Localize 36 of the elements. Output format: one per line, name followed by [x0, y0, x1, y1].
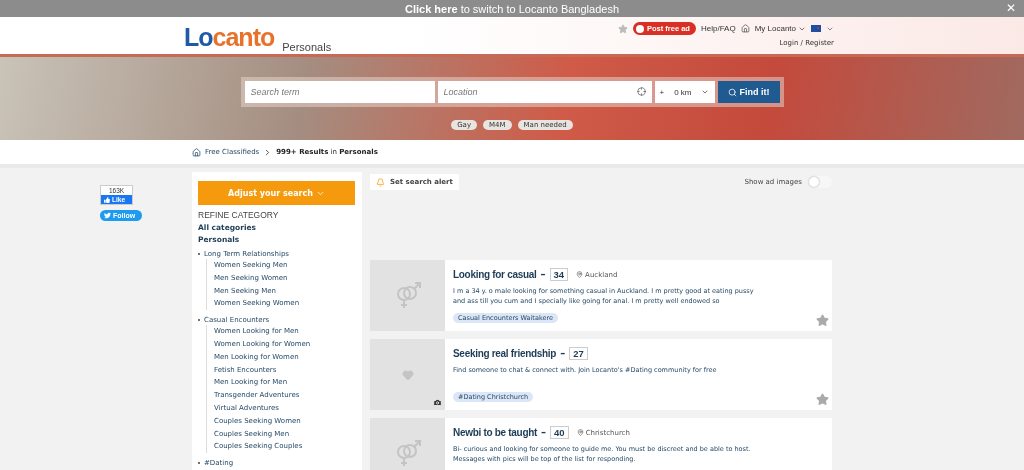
bell-icon	[376, 177, 385, 187]
listing-card[interactable]	[370, 260, 832, 331]
location-field[interactable]: Location	[437, 81, 652, 103]
star-icon	[618, 23, 628, 34]
switch-country-banner-text: Click here to switch to Locanto Bangladesh	[404, 2, 619, 15]
favorite-star-icon[interactable]	[816, 393, 829, 406]
my-locanto-menu[interactable]: My Locanto	[754, 24, 806, 33]
chevron-down-icon	[701, 88, 710, 96]
locate-crosshair-icon[interactable]	[636, 87, 646, 96]
flag-icon[interactable]	[811, 25, 821, 32]
listing-title[interactable]: Seeking real friendship	[453, 348, 557, 359]
bird-icon	[104, 212, 111, 219]
search-icon	[727, 87, 737, 97]
pin-icon	[576, 429, 584, 436]
dash-separator: –	[540, 269, 546, 280]
age-label: 40	[550, 426, 569, 439]
radius-dropdown[interactable]: + 0 km	[654, 81, 715, 103]
age-label: 27	[569, 347, 588, 360]
show-images-toggle[interactable]	[808, 176, 832, 188]
listing-title[interactable]: Looking for casual	[453, 269, 537, 280]
thumbs-up-icon	[104, 196, 110, 203]
age-label: 34	[549, 268, 569, 281]
logo[interactable]: Locanto	[184, 17, 275, 54]
home-icon	[740, 24, 750, 33]
heart-icon	[401, 368, 414, 381]
dash-separator: –	[560, 348, 566, 359]
search-term-field[interactable]: Search term	[244, 81, 435, 103]
home-icon	[192, 147, 201, 157]
favorite-star-icon[interactable]	[816, 314, 829, 327]
find-button[interactable]: Find it!	[717, 81, 780, 103]
listing-title[interactable]: Newbi to be taught	[453, 427, 538, 438]
section-title: Personals	[282, 41, 332, 54]
pin-icon	[576, 271, 584, 278]
help-link[interactable]: Help/FAQ	[700, 24, 736, 33]
refine-category-heading: REFINE CATEGORY	[198, 210, 280, 220]
dash-separator: –	[541, 427, 547, 438]
